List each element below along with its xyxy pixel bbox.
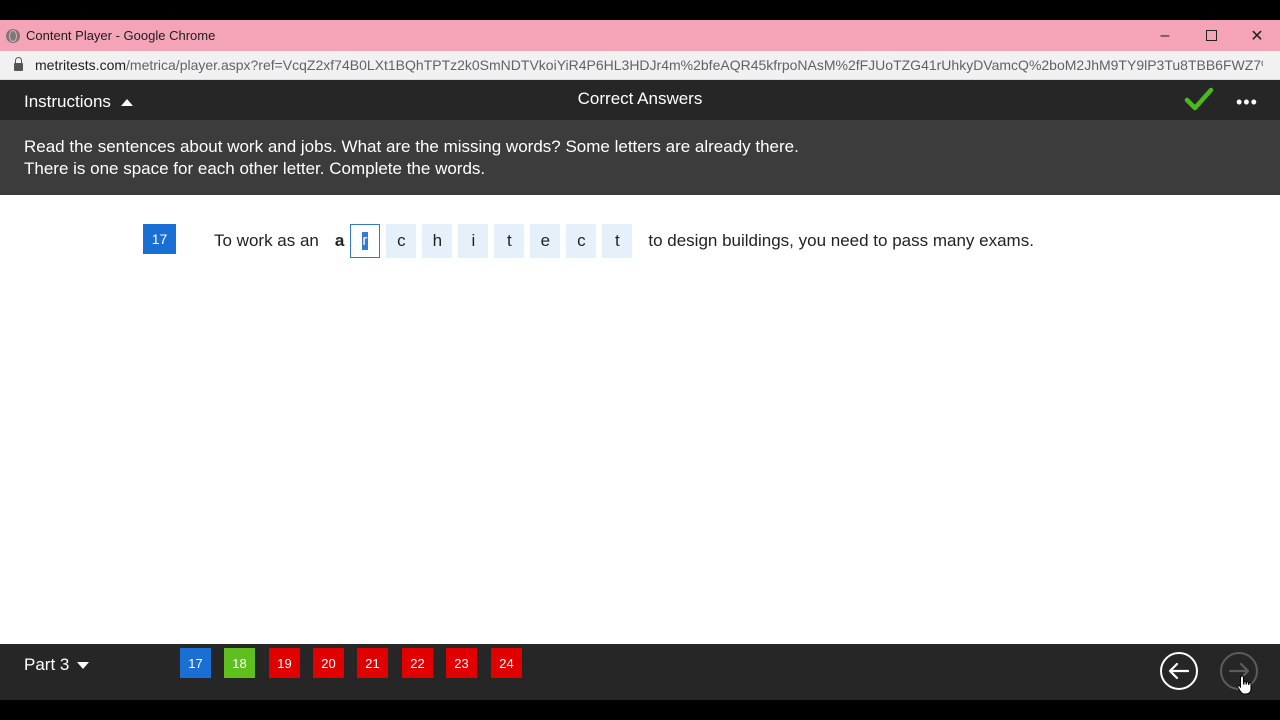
question-nav-23[interactable]: 23	[446, 648, 477, 678]
player-header: Instructions Correct Answers •••	[0, 80, 1280, 120]
letter-input-6[interactable]: e	[530, 224, 561, 258]
player-footer: Part 3 17 18 19 20 21 22 23 24	[0, 644, 1280, 700]
question-nav-21[interactable]: 21	[357, 648, 388, 678]
address-bar[interactable]: metritests.com/metrica/player.aspx?ref=V…	[0, 51, 1280, 80]
more-options-button[interactable]: •••	[1236, 92, 1258, 113]
letter-input-8[interactable]: t	[602, 224, 633, 258]
letter-input-7[interactable]: c	[566, 224, 597, 258]
lock-icon	[14, 57, 23, 71]
globe-icon	[6, 28, 20, 43]
part-selector[interactable]: Part 3	[24, 655, 90, 675]
maximize-button[interactable]	[1188, 20, 1234, 51]
question-nav-24[interactable]: 24	[491, 648, 522, 678]
given-letter: a	[334, 231, 345, 250]
arrow-left-icon	[1168, 662, 1190, 680]
instructions-line-1: Read the sentences about work and jobs. …	[24, 137, 799, 156]
question-area: 17 To work as an a r c h i t e c t to de…	[0, 195, 1280, 644]
question-nav-20[interactable]: 20	[313, 648, 344, 678]
question-nav-17[interactable]: 17	[180, 648, 211, 678]
caret-down-icon	[77, 661, 90, 669]
question-nav-19[interactable]: 19	[269, 648, 300, 678]
previous-button[interactable]	[1160, 652, 1198, 690]
sentence-after: to design buildings, you need to pass ma…	[648, 231, 1034, 250]
question-nav-22[interactable]: 22	[402, 648, 433, 678]
letter-input-5[interactable]: t	[494, 224, 525, 258]
checkmark-icon[interactable]	[1184, 86, 1214, 112]
header-title: Correct Answers	[577, 89, 703, 108]
instructions-line-2: There is one space for each other letter…	[24, 159, 486, 178]
screen-bottom-bar	[0, 700, 1280, 720]
window-title: Content Player - Google Chrome	[26, 28, 216, 43]
question-sentence: To work as an a r c h i t e c t to desig…	[214, 224, 1034, 258]
sentence-before: To work as an	[214, 231, 319, 250]
letter-value-1: r	[362, 232, 369, 250]
letter-input-4[interactable]: i	[458, 224, 489, 258]
screen-top-bar	[0, 0, 1280, 20]
question-number-badge: 17	[143, 224, 176, 254]
question-nav-18[interactable]: 18	[224, 648, 255, 678]
window-titlebar: Content Player - Google Chrome – ✕	[0, 20, 1280, 51]
letter-input-3[interactable]: h	[422, 224, 453, 258]
hand-cursor-icon	[1237, 675, 1252, 695]
instructions-panel: Read the sentences about work and jobs. …	[0, 120, 1280, 195]
letter-input-1[interactable]: r	[350, 224, 381, 258]
minimize-button[interactable]: –	[1142, 20, 1188, 51]
part-label: Part 3	[24, 655, 70, 674]
maximize-icon	[1205, 30, 1217, 41]
url-host: metritests.com	[35, 57, 127, 73]
url-text[interactable]: metritests.com/metrica/player.aspx?ref=V…	[35, 57, 1263, 73]
url-path: /metrica/player.aspx?ref=VcqZ2xf74B0LXt1…	[126, 57, 1263, 73]
letter-input-2[interactable]: c	[386, 224, 417, 258]
close-button[interactable]: ✕	[1234, 20, 1280, 51]
